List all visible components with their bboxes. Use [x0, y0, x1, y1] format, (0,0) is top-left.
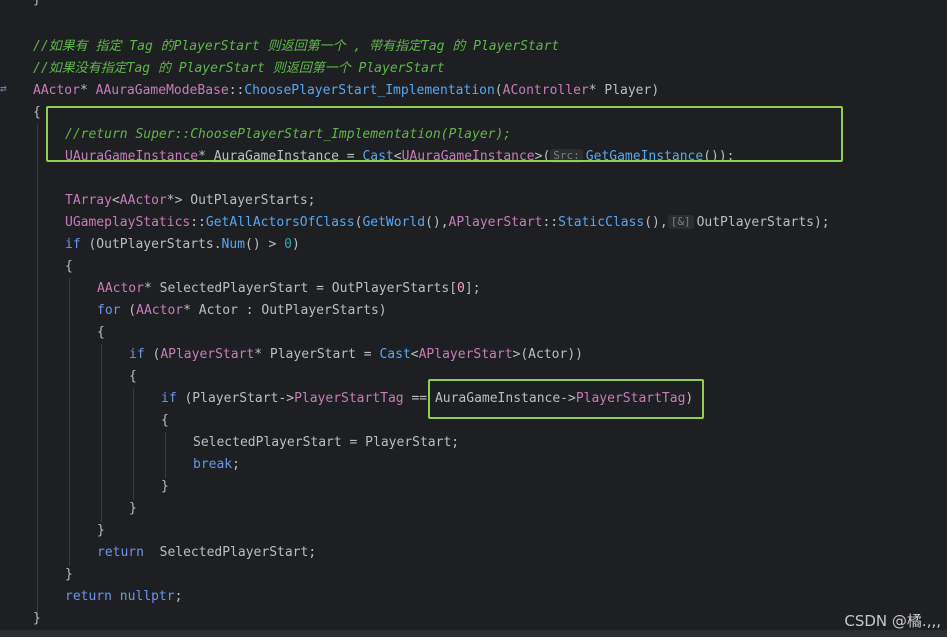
indent-guide — [69, 278, 70, 566]
indent-guide — [37, 124, 38, 614]
code-line-if-cast: if (APlayerStart* PlayerStart = Cast<APl… — [129, 347, 583, 362]
code-line-return-null: return nullptr; — [65, 589, 183, 604]
code-line-top: } — [33, 0, 41, 11]
highlight-box-tag-compare — [428, 379, 704, 419]
code-line-return-selected: return SelectedPlayerStart; — [97, 545, 317, 560]
code-line-comment-1: //如果有 指定 Tag 的PlayerStart 则返回第一个 , 带有指定T… — [33, 39, 560, 54]
code-line-assign: SelectedPlayerStart = PlayerStart; — [193, 435, 460, 450]
code-line-tarray: TArray<AActor*> OutPlayerStarts; — [65, 193, 316, 208]
indent-guide — [165, 432, 166, 478]
param-hint-ref: [&] — [667, 215, 694, 229]
code-line-brace-open: { — [33, 105, 41, 120]
code-line-brace-close: } — [33, 611, 41, 626]
code-line-brace: { — [97, 325, 105, 340]
code-line-brace: { — [129, 369, 137, 384]
code-line-selected: AActor* SelectedPlayerStart = OutPlayerS… — [97, 281, 481, 296]
code-line-break: break; — [193, 457, 240, 472]
code-line-brace: { — [161, 413, 169, 428]
code-line-if-num: if (OutPlayerStarts.Num() > 0) — [65, 237, 300, 252]
code-line-get-all-actors: UGameplayStatics::GetAllActorsOfClass(Ge… — [65, 215, 830, 230]
code-line-for: for (AActor* Actor : OutPlayerStarts) — [97, 303, 387, 318]
indent-guide — [133, 388, 134, 500]
watermark: CSDN @橘.,,, — [844, 612, 941, 630]
highlight-box-return-comment — [46, 106, 843, 162]
code-line-comment-2: //如果没有指定Tag 的 PlayerStart 则返回第一个 PlayerS… — [33, 61, 445, 76]
code-line-brace-close: } — [97, 523, 105, 538]
code-editor[interactable]: } //如果有 指定 Tag 的PlayerStart 则返回第一个 , 带有指… — [0, 0, 947, 637]
code-line-brace: { — [65, 259, 73, 274]
code-line-brace-close: } — [161, 479, 169, 494]
code-line-signature: AActor* AAuraGameModeBase::ChoosePlayerS… — [33, 83, 660, 98]
code-line-brace-close: } — [65, 567, 73, 582]
code-line-brace-close: } — [129, 501, 137, 516]
indent-guide — [101, 344, 102, 522]
editor-bottom-edge — [0, 630, 947, 637]
